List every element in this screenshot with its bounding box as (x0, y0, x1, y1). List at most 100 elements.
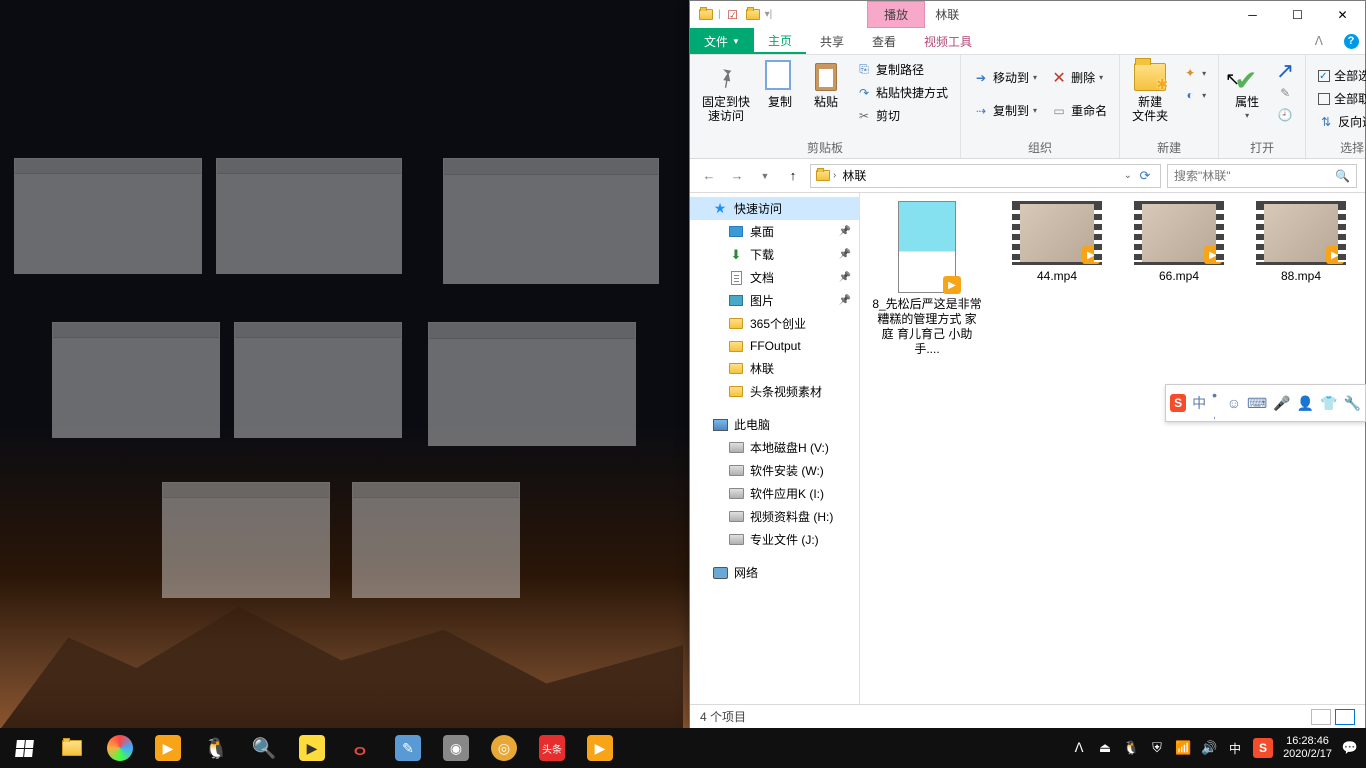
help-button[interactable]: ? (1337, 28, 1365, 54)
taskview-thumb[interactable] (352, 482, 520, 598)
file-list[interactable]: ▶ 8_先松后严这是非常糟糕的管理方式 家庭 育儿育己 小助手.... ▶ 44… (860, 193, 1365, 704)
file-item[interactable]: ▶ 88.mp4 (1254, 201, 1348, 357)
pin-to-quick-access-button[interactable]: 固定到快 速访问 (698, 59, 754, 126)
task-app[interactable]: ◎ (480, 728, 528, 768)
taskview-thumb[interactable] (162, 482, 330, 598)
recent-locations-button[interactable]: ▼ (754, 165, 776, 187)
edit-button[interactable]: ✎ (1273, 83, 1297, 103)
cut-button[interactable]: ✂剪切 (852, 105, 952, 126)
details-view-button[interactable] (1311, 709, 1331, 725)
taskview-thumb[interactable] (428, 322, 636, 446)
nav-drive[interactable]: 本地磁盘H (V:) (690, 436, 859, 459)
new-folder-button[interactable]: 新建 文件夹 (1128, 59, 1172, 126)
back-button[interactable]: ← (698, 165, 720, 187)
address-field[interactable]: › 林联 ⌄ ⟳ (810, 164, 1161, 188)
nav-documents[interactable]: 文档 (690, 266, 859, 289)
nav-folder[interactable]: 林联 (690, 357, 859, 380)
taskbar-clock[interactable]: 16:28:46 2020/2/17 (1283, 735, 1332, 761)
qq-tray-icon[interactable]: 🐧 (1123, 740, 1139, 756)
sogou-icon[interactable]: S (1170, 394, 1186, 412)
easy-access-button[interactable]: ◐▾ (1178, 85, 1210, 105)
nav-drive[interactable]: 软件应用K (I:) (690, 482, 859, 505)
file-item[interactable]: ▶ 8_先松后严这是非常糟糕的管理方式 家庭 育儿育己 小助手.... (872, 201, 982, 357)
nav-folder[interactable]: 头条视频素材 (690, 380, 859, 403)
new-item-button[interactable]: ✦▾ (1178, 63, 1210, 83)
tab-share[interactable]: 共享 (806, 28, 858, 54)
shield-icon[interactable]: ⛨ (1149, 740, 1165, 756)
thumbnails-view-button[interactable] (1335, 709, 1355, 725)
copy-to-button[interactable]: ⇢复制到▾ (969, 100, 1041, 121)
nav-drive[interactable]: 专业文件 (J:) (690, 528, 859, 551)
task-explorer[interactable] (48, 728, 96, 768)
maximize-button[interactable]: ☐ (1275, 1, 1320, 28)
wifi-icon[interactable]: 📶 (1175, 740, 1191, 756)
ime-toolbox-icon[interactable]: 🔧 (1344, 395, 1361, 412)
taskview-thumb[interactable] (216, 158, 402, 274)
tab-file[interactable]: 文件▼ (690, 28, 754, 54)
ime-voice-icon[interactable]: 🎤 (1273, 395, 1290, 412)
volume-icon[interactable]: 🔊 (1201, 740, 1217, 756)
ime-mode[interactable]: 中 (1192, 393, 1206, 413)
invert-selection-button[interactable]: ⇅反向选择 (1314, 111, 1366, 132)
copy-button[interactable]: 复制 (760, 59, 800, 111)
up-button[interactable]: ↑ (782, 165, 804, 187)
paste-shortcut-button[interactable]: ↷粘贴快捷方式 (852, 82, 952, 103)
move-to-button[interactable]: ➔移动到▾ (969, 67, 1041, 88)
nav-drive[interactable]: 软件安装 (W:) (690, 459, 859, 482)
breadcrumb-current[interactable]: 林联 (838, 167, 870, 184)
paste-button[interactable]: 粘贴 (806, 59, 846, 111)
task-app[interactable]: ▶ (288, 728, 336, 768)
copy-path-button[interactable]: ⎘复制路径 (852, 59, 952, 80)
task-app[interactable] (96, 728, 144, 768)
nav-desktop[interactable]: 桌面 (690, 220, 859, 243)
taskview-thumb[interactable] (14, 158, 202, 274)
select-none-button[interactable]: 全部取消 (1314, 88, 1366, 109)
task-app[interactable]: ✎ (384, 728, 432, 768)
nav-folder[interactable]: 365个创业 (690, 312, 859, 335)
notifications-icon[interactable]: 💬 (1342, 740, 1358, 756)
nav-folder[interactable]: FFOutput (690, 335, 859, 357)
delete-button[interactable]: ✕删除▾ (1047, 67, 1111, 88)
ime-punct-icon[interactable]: •ˌ (1212, 387, 1221, 419)
tray-overflow-button[interactable]: ᐱ (1071, 740, 1087, 756)
task-app[interactable]: 头条 (528, 728, 576, 768)
nav-drive[interactable]: 视频资料盘 (H:) (690, 505, 859, 528)
properties-icon[interactable]: ☑ (725, 7, 741, 23)
ime-emoji-icon[interactable]: ☺ (1227, 395, 1241, 411)
ime-keyboard-icon[interactable]: ⌨ (1247, 395, 1267, 412)
open-button[interactable]: ↗ (1273, 61, 1297, 81)
ime-skin-icon[interactable]: 👕 (1320, 395, 1337, 412)
minimize-button[interactable]: ─ (1230, 1, 1275, 28)
forward-button[interactable]: → (726, 165, 748, 187)
task-search[interactable]: 🔍 (240, 728, 288, 768)
select-all-button[interactable]: 全部选择 (1314, 65, 1366, 86)
tab-home[interactable]: 主页 (754, 28, 806, 54)
ime-lang-icon[interactable]: 中 (1227, 740, 1243, 756)
ime-toolbar[interactable]: S 中 •ˌ ☺ ⌨ 🎤 👤 👕 🔧 (1165, 384, 1366, 422)
file-item[interactable]: ▶ 66.mp4 (1132, 201, 1226, 357)
tab-video-tools[interactable]: 视频工具 (910, 28, 986, 54)
task-app[interactable]: ▶ (144, 728, 192, 768)
start-button[interactable] (0, 728, 48, 768)
search-field[interactable]: 搜索"林联" 🔍 (1167, 164, 1357, 188)
taskview-thumb[interactable] (443, 158, 659, 284)
nav-downloads[interactable]: ⬇下载 (690, 243, 859, 266)
rename-button[interactable]: ▭重命名 (1047, 100, 1111, 121)
refresh-button[interactable]: ⟳ (1134, 165, 1156, 187)
collapse-ribbon-button[interactable]: ᐱ (1301, 28, 1337, 54)
usb-icon[interactable]: ⏏ (1097, 740, 1113, 756)
ime-user-icon[interactable]: 👤 (1297, 395, 1314, 412)
task-app[interactable]: ⴰ (336, 728, 384, 768)
taskview-thumb[interactable] (52, 322, 220, 438)
nav-this-pc[interactable]: 此电脑 (690, 413, 859, 436)
task-qq[interactable]: 🐧 (192, 728, 240, 768)
context-tab-play[interactable]: 播放 (867, 1, 925, 28)
tab-view[interactable]: 查看 (858, 28, 910, 54)
history-button[interactable]: 🕘 (1273, 105, 1297, 125)
task-app[interactable]: ▶ (576, 728, 624, 768)
nav-network[interactable]: 网络 (690, 561, 859, 584)
close-button[interactable]: ✕ (1320, 1, 1365, 28)
dropdown-icon[interactable]: ⌄ (1124, 170, 1132, 181)
task-app[interactable]: ◉ (432, 728, 480, 768)
sogou-tray-icon[interactable]: S (1253, 738, 1273, 758)
